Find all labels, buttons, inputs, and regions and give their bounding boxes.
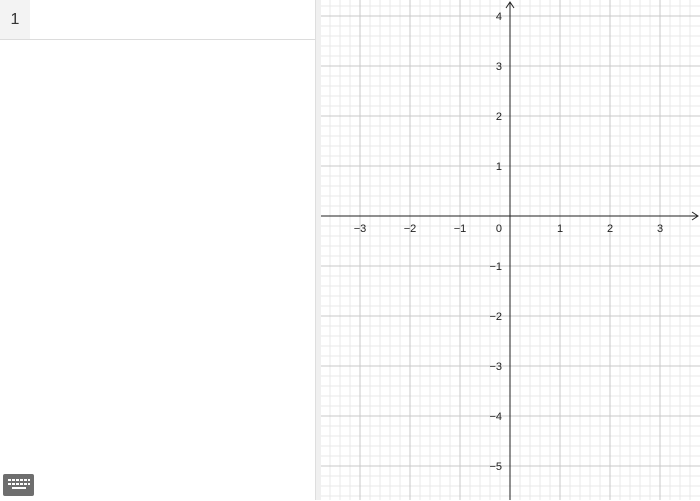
x-tick-label: −1 [454,223,467,235]
coordinate-grid: −3 −2 −1 1 2 3 4 3 2 1 −1 −2 −3 −4 −5 0 [321,0,700,500]
y-tick-label: −4 [489,411,502,423]
keyboard-icon [8,479,30,489]
algebra-view: 1 [0,0,315,500]
x-tick-label: −3 [354,223,367,235]
graphics-view[interactable]: −3 −2 −1 1 2 3 4 3 2 1 −1 −2 −3 −4 −5 0 [321,0,700,500]
keyboard-button[interactable] [3,474,34,496]
x-tick-label: 2 [607,223,613,235]
y-tick-label: −3 [489,361,502,373]
x-tick-label: −2 [404,223,417,235]
y-tick-label: 4 [496,11,502,23]
y-tick-label: −2 [489,311,502,323]
y-tick-label: 2 [496,111,502,123]
y-tick-label: 1 [496,161,502,173]
origin-label: 0 [496,223,502,235]
x-tick-label: 1 [557,223,563,235]
algebra-input-field[interactable] [30,0,315,39]
algebra-input-row[interactable]: 1 [0,0,315,40]
row-number: 1 [0,0,30,39]
y-tick-label: −5 [489,461,502,473]
y-tick-label: −1 [489,261,502,273]
y-tick-label: 3 [496,61,502,73]
x-tick-label: 3 [657,223,663,235]
